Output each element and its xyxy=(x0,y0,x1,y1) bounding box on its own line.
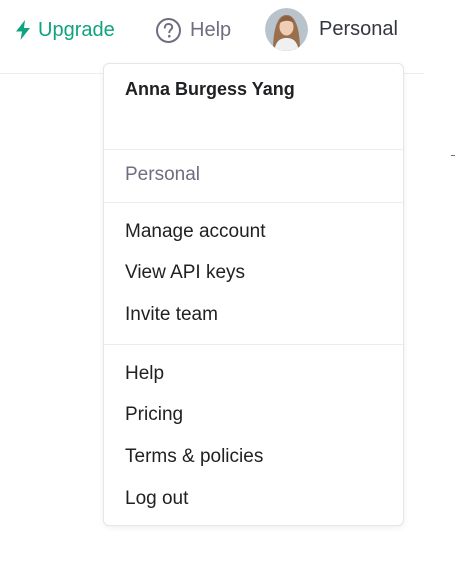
upgrade-label: Upgrade xyxy=(38,18,115,41)
upgrade-link[interactable]: Upgrade xyxy=(15,17,115,43)
invite-team-item[interactable]: Invite team xyxy=(125,304,218,326)
account-label: Personal xyxy=(319,18,398,40)
question-circle-icon xyxy=(156,17,181,43)
side-mark xyxy=(451,155,455,156)
divider xyxy=(104,149,403,150)
user-name: Anna Burgess Yang xyxy=(125,79,295,99)
avatar[interactable] xyxy=(265,8,308,51)
organization-item[interactable]: Personal xyxy=(125,164,200,186)
help-label: Help xyxy=(190,18,232,41)
help-link[interactable]: Help xyxy=(155,17,231,43)
log-out-item[interactable]: Log out xyxy=(125,488,188,510)
divider xyxy=(104,344,403,345)
account-dropdown-menu: Anna Burgess Yang Personal Manage accoun… xyxy=(103,63,404,526)
terms-policies-item[interactable]: Terms & policies xyxy=(125,446,263,468)
divider xyxy=(104,202,403,203)
help-item[interactable]: Help xyxy=(125,363,164,385)
bolt-icon xyxy=(16,20,30,40)
view-api-keys-item[interactable]: View API keys xyxy=(125,262,245,284)
manage-account-item[interactable]: Manage account xyxy=(125,221,266,243)
account-switcher[interactable]: Personal xyxy=(265,8,398,51)
pricing-item[interactable]: Pricing xyxy=(125,404,183,426)
